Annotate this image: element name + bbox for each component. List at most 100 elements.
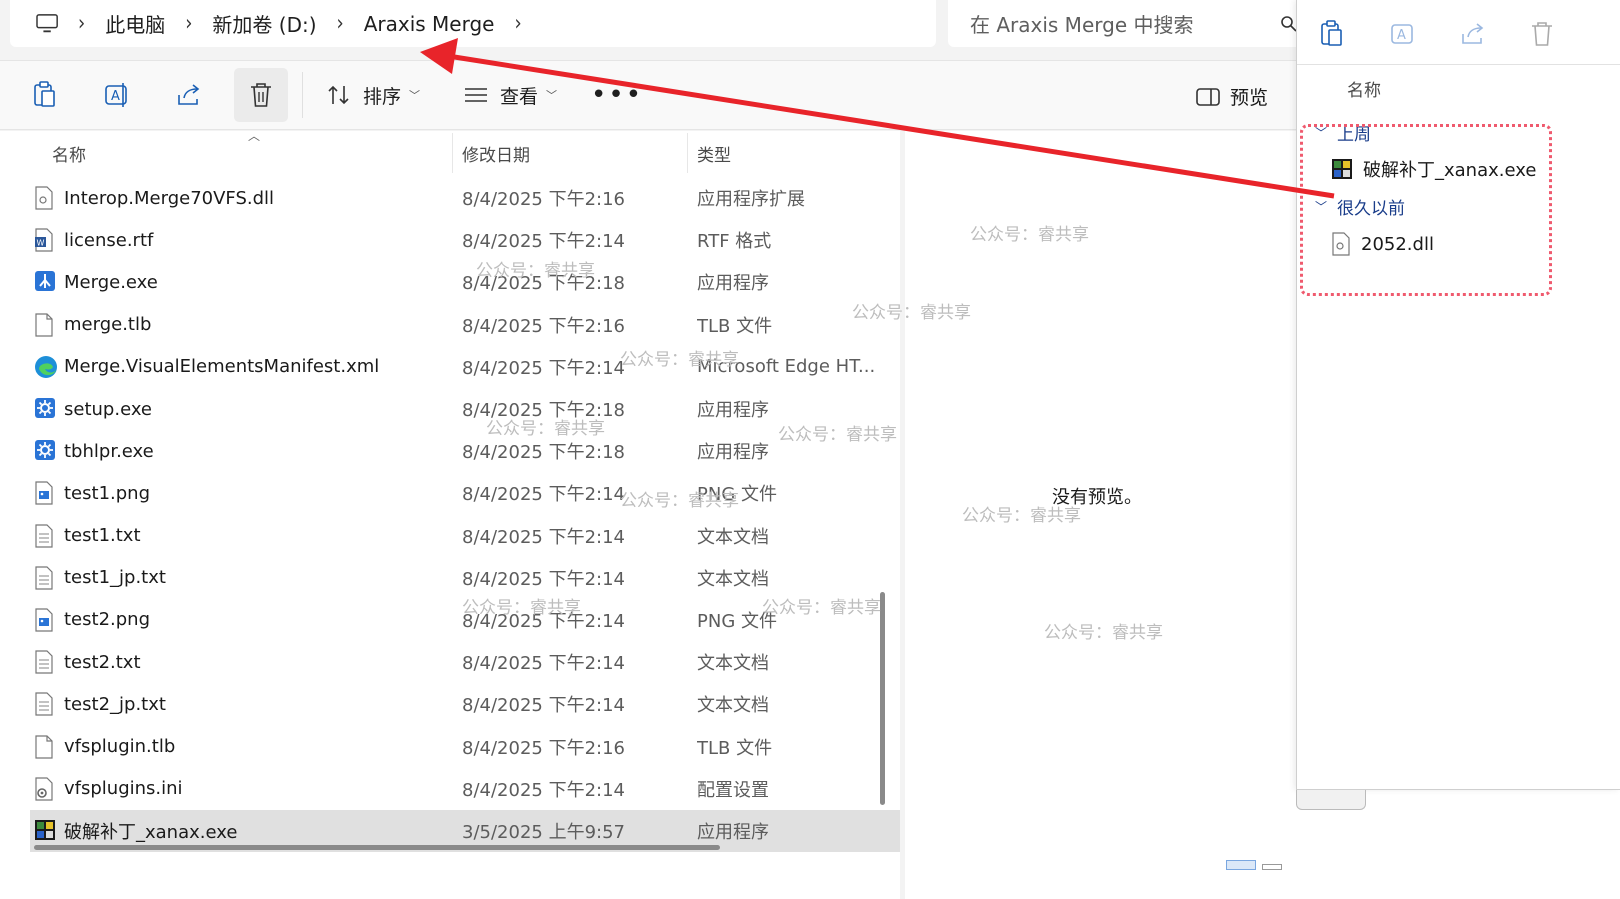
file-name: setup.exe: [64, 398, 152, 420]
text-file-icon: [34, 650, 56, 674]
table-row[interactable]: Merge.exe 8/4/2025 下午2:18 应用程序: [30, 261, 900, 303]
table-row[interactable]: test2.png 8/4/2025 下午2:14 PNG 文件: [30, 599, 900, 641]
file-name: Merge.VisualElementsManifest.xml: [64, 356, 380, 378]
toolbar-divider: [1297, 64, 1620, 65]
file-modified-date: 8/4/2025 下午2:16: [462, 189, 625, 211]
ini-file-icon: [34, 777, 56, 801]
file-name: test2.png: [64, 609, 151, 631]
breadcrumb-drive[interactable]: 新加卷 (D:): [212, 9, 316, 38]
file-modified-date: 8/4/2025 下午2:16: [462, 315, 625, 337]
highlight-annotation-box: [1300, 124, 1552, 296]
rename-icon: A: [1391, 24, 1413, 44]
view-label: 查看: [500, 85, 539, 108]
preview-pane: [905, 131, 1340, 899]
breadcrumb-folder[interactable]: Araxis Merge: [364, 12, 495, 36]
table-row[interactable]: vfsplugin.tlb 8/4/2025 下午2:16 TLB 文件: [30, 725, 900, 767]
table-row[interactable]: test1_jp.txt 8/4/2025 下午2:14 文本文档: [30, 557, 900, 599]
file-modified-date: 8/4/2025 下午2:18: [462, 400, 625, 422]
file-name: vfsplugin.tlb: [64, 736, 176, 758]
file-modified-date: 3/5/2025 上午9:57: [462, 821, 625, 843]
file-explorer-window: › 此电脑 › 新加卷 (D:) › Araxis Merge › 在 Arax…: [0, 0, 1340, 899]
copy-button[interactable]: [1319, 20, 1351, 52]
table-row[interactable]: merge.tlb 8/4/2025 下午2:16 TLB 文件: [30, 304, 900, 346]
file-type: 应用程序: [697, 442, 769, 464]
text-file-icon: [34, 692, 56, 716]
file-name: test1_jp.txt: [64, 567, 166, 589]
column-header-name[interactable]: 名称: [1347, 76, 1381, 101]
file-type: PNG 文件: [697, 610, 777, 632]
file-type: 文本文档: [697, 695, 769, 717]
text-file-icon: [34, 566, 56, 590]
share-icon: [178, 84, 200, 105]
view-button[interactable]: 查看 ﹀: [464, 82, 557, 109]
file-name: tbhlpr.exe: [64, 440, 154, 462]
column-header-modified[interactable]: 修改日期: [462, 141, 530, 166]
window-tab[interactable]: [1296, 790, 1366, 810]
file-type: 文本文档: [697, 653, 769, 675]
sort-icon: [328, 85, 349, 105]
dll-icon: [34, 186, 56, 210]
preview-pane-toggle[interactable]: 预览: [1196, 83, 1268, 110]
chevron-right-icon[interactable]: ›: [78, 11, 85, 36]
table-row[interactable]: test2_jp.txt 8/4/2025 下午2:14 文本文档: [30, 683, 900, 725]
command-bar: A 排序 ﹀ 查看 ﹀ ••• 预览: [0, 60, 1340, 130]
svg-text:W: W: [37, 239, 45, 248]
table-row[interactable]: tbhlpr.exe 8/4/2025 下午2:18 应用程序: [30, 430, 900, 472]
table-row[interactable]: Interop.Merge70VFS.dll 8/4/2025 下午2:16 应用程…: [30, 177, 900, 219]
share-button[interactable]: [162, 68, 216, 122]
more-options-button[interactable]: •••: [591, 80, 643, 110]
file-modified-date: 8/4/2025 下午2:16: [462, 737, 625, 759]
file-modified-date: 8/4/2025 下午2:14: [462, 231, 625, 253]
file-name: Interop.Merge70VFS.dll: [64, 187, 275, 209]
chevron-right-icon[interactable]: ›: [185, 11, 192, 36]
preview-pane-icon: [1196, 87, 1220, 106]
share-button[interactable]: [1459, 20, 1491, 52]
file-type: PNG 文件: [697, 484, 777, 506]
file-rows: Interop.Merge70VFS.dll 8/4/2025 下午2:16 应用程…: [30, 177, 900, 852]
file-modified-date: 8/4/2025 下午2:14: [462, 653, 625, 675]
trash-icon: [1532, 22, 1552, 46]
chevron-right-icon[interactable]: ›: [337, 11, 344, 36]
sort-button[interactable]: 排序 ﹀: [327, 82, 420, 109]
table-row[interactable]: test2.txt 8/4/2025 下午2:14 文本文档: [30, 641, 900, 683]
blank-file-icon: [34, 734, 56, 759]
trash-icon: [251, 83, 271, 107]
this-pc-icon[interactable]: [32, 13, 64, 35]
copy-button[interactable]: [18, 68, 72, 122]
file-name: test2_jp.txt: [64, 693, 166, 715]
file-modified-date: 8/4/2025 下午2:18: [462, 273, 625, 295]
table-row[interactable]: Wlicense.rtf 8/4/2025 下午2:14 RTF 格式: [30, 219, 900, 261]
blank-file-icon: [34, 313, 56, 337]
breadcrumb-this-pc[interactable]: 此电脑: [105, 9, 165, 38]
address-bar[interactable]: › 此电脑 › 新加卷 (D:) › Araxis Merge ›: [10, 0, 936, 47]
details-view-toggle[interactable]: [1226, 860, 1256, 870]
delete-button[interactable]: [1529, 20, 1561, 52]
table-row[interactable]: test1.txt 8/4/2025 下午2:14 文本文档: [30, 515, 900, 557]
file-name: vfsplugins.ini: [64, 778, 183, 800]
file-name: merge.tlb: [64, 314, 152, 336]
table-row[interactable]: Merge.VisualElementsManifest.xml 8/4/2025…: [30, 346, 900, 388]
column-divider[interactable]: [687, 133, 688, 173]
search-box[interactable]: 在 Araxis Merge 中搜索: [948, 0, 1320, 47]
vertical-scrollbar[interactable]: [880, 592, 885, 805]
image-file-icon: [34, 481, 56, 506]
rename-button[interactable]: A: [1389, 20, 1421, 52]
rename-button[interactable]: A: [90, 68, 144, 122]
file-modified-date: 8/4/2025 下午2:14: [462, 526, 625, 548]
word-doc-icon: W: [34, 228, 56, 252]
no-preview-text: 没有预览。: [1052, 487, 1142, 508]
file-modified-date: 8/4/2025 下午2:18: [462, 442, 625, 464]
search-input[interactable]: 在 Araxis Merge 中搜索: [970, 9, 1193, 38]
file-type: 文本文档: [697, 568, 769, 590]
horizontal-scrollbar[interactable]: [34, 845, 720, 850]
table-row[interactable]: vfsplugins.ini 8/4/2025 下午2:14 配置设置: [30, 768, 900, 810]
delete-button[interactable]: [234, 68, 288, 122]
column-header-name[interactable]: 名称: [52, 141, 86, 166]
column-header-type[interactable]: 类型: [697, 141, 731, 166]
table-row[interactable]: setup.exe 8/4/2025 下午2:18 应用程序: [30, 388, 900, 430]
chevron-right-icon[interactable]: ›: [514, 11, 521, 36]
column-divider[interactable]: [452, 133, 453, 173]
tiles-view-toggle[interactable]: [1262, 864, 1282, 870]
file-modified-date: 8/4/2025 下午2:14: [462, 357, 625, 379]
table-row[interactable]: test1.png 8/4/2025 下午2:14 PNG 文件: [30, 472, 900, 514]
